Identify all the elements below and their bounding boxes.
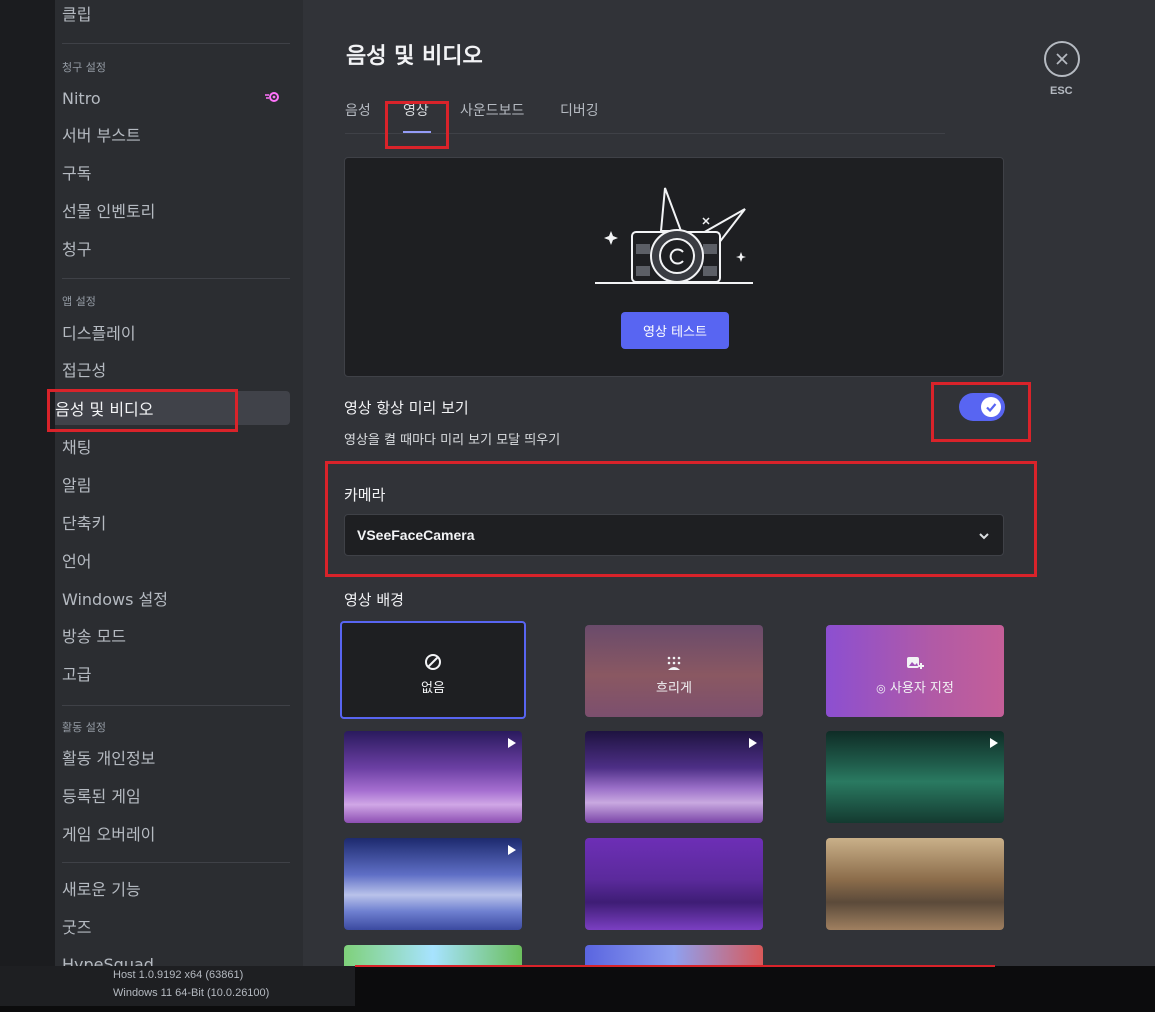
background-preset-thumbnail[interactable] [585,838,763,930]
sidebar-item-label: 선물 인벤토리 [62,202,156,221]
sidebar-item-label: 게임 오버레이 [62,825,156,844]
nitro-icon: ◎ [876,682,886,695]
camera-illustration-icon [595,187,753,284]
background-option-none[interactable]: 없음 [340,621,526,719]
background-preset-thumbnail[interactable] [826,731,1004,823]
custom-option-text: 사용자 지정 [889,681,954,696]
annotation-box-toggle [931,382,1031,442]
sidebar-item-label: 굿즈 [62,918,92,937]
sidebar-item-label: 새로운 기능 [62,880,141,899]
sidebar-heading-billing: 청구 설정 [62,61,106,74]
sidebar-divider [62,705,290,706]
sidebar-item-label: 등록된 게임 [62,787,141,806]
video-test-button[interactable]: 영상 테스트 [621,312,729,349]
sidebar-item-label: 언어 [62,552,92,571]
close-button[interactable] [1044,41,1080,77]
sidebar-divider [62,43,290,44]
close-icon [1056,53,1068,65]
background-option-label: ◎ 사용자 지정 [826,677,1004,696]
tab-soundboard[interactable]: 사운드보드 [460,100,524,120]
video-preview-area: 영상 테스트 [344,157,1004,377]
sidebar-item-registered-games[interactable]: 등록된 게임 [62,778,290,812]
sidebar-item-nitro[interactable]: Nitro [62,81,290,115]
annotation-box-camera [325,461,1037,577]
sidebar-item-label: 고급 [62,665,92,684]
background-option-custom[interactable]: ◎ 사용자 지정 [826,625,1004,717]
sidebar-item-display[interactable]: 디스플레이 [62,315,290,349]
sidebar-item-label: 청구 [62,240,92,259]
video-background-label: 영상 배경 [344,591,404,609]
sidebar-item-label: Windows 설정 [62,590,168,609]
sidebar-item-label: 디스플레이 [62,324,136,343]
sidebar-heading-activity: 활동 설정 [62,721,106,734]
sidebar-item-subscriptions[interactable]: 구독 [62,155,290,189]
bottom-strip [0,1006,1155,1012]
annotation-box-video-tab [385,101,449,149]
add-image-icon [907,657,924,669]
sidebar-item-keybinds[interactable]: 단축키 [62,505,290,539]
nitro-icon [265,92,279,102]
sidebar-item-activity-privacy[interactable]: 활동 개인정보 [62,740,290,774]
sidebar-item-label: Nitro [62,88,101,108]
always-preview-description: 영상을 켤 때마다 미리 보기 모달 띄우기 [344,433,561,448]
close-shortcut-label: ESC [1050,85,1073,97]
sidebar-item-chat[interactable]: 채팅 [62,429,290,463]
play-icon [508,738,516,748]
sidebar-heading-app: 앱 설정 [62,295,96,308]
sidebar-item-label: 접근성 [62,361,107,380]
background-preset-thumbnail[interactable] [585,945,763,966]
none-icon [425,654,441,670]
sidebar-item-label: 단축키 [62,514,107,533]
sidebar-item-language[interactable]: 언어 [62,543,290,577]
page-title: 음성 및 비디오 [346,44,483,69]
host-version: Host 1.0.9192 x64 (63861) [113,969,244,981]
sidebar-item-hypesquad[interactable]: HypeSquad [62,947,290,967]
window-left-edge [0,0,55,966]
settings-sidebar: 클립 청구 설정 Nitro 서버 부스트 구독 선물 인벤토리 청구 앱 설정… [55,0,303,966]
sidebar-divider [62,862,290,863]
background-preset-thumbnail[interactable] [344,838,522,930]
background-preset-thumbnail[interactable] [344,731,522,823]
bottom-bar [355,966,1155,1006]
tab-voice[interactable]: 음성 [345,100,371,120]
sidebar-item-billing[interactable]: 청구 [62,231,290,265]
sidebar-item-advanced[interactable]: 고급 [62,656,290,690]
sidebar-item-whats-new[interactable]: 새로운 기능 [62,871,290,905]
sidebar-item-label: 활동 개인정보 [62,749,156,768]
sidebar-item-label: HypeSquad [62,954,154,967]
sidebar-item-label: 클립 [62,5,92,24]
sidebar-item-label: 서버 부스트 [62,126,141,145]
os-version: Windows 11 64-Bit (10.0.26100) [113,987,270,999]
sidebar-item-label: 구독 [62,164,92,183]
background-preset-thumbnail[interactable] [585,731,763,823]
blur-icon [667,656,681,670]
sidebar-item-gift-inventory[interactable]: 선물 인벤토리 [62,193,290,227]
always-preview-label: 영상 항상 미리 보기 [344,399,469,417]
annotation-box-voice-video [47,389,238,432]
background-option-label: 없음 [421,681,445,696]
sidebar-item-clips[interactable]: 클립 [62,0,290,30]
tab-debug[interactable]: 디버깅 [560,100,599,120]
play-icon [749,738,757,748]
sidebar-item-notifications[interactable]: 알림 [62,467,290,501]
play-icon [508,845,516,855]
background-option-label: 흐리게 [656,681,692,696]
sidebar-item-label: 방송 모드 [62,627,126,646]
background-preset-thumbnail[interactable] [826,838,1004,930]
sidebar-item-windows-settings[interactable]: Windows 설정 [62,581,290,615]
annotation-underline [355,965,995,967]
background-preset-thumbnail[interactable] [344,945,522,966]
sidebar-item-server-boost[interactable]: 서버 부스트 [62,117,290,151]
play-icon [990,738,998,748]
sidebar-item-game-overlay[interactable]: 게임 오버레이 [62,816,290,850]
sidebar-item-merch[interactable]: 굿즈 [62,909,290,943]
sidebar-item-label: 채팅 [62,438,92,457]
sidebar-item-streamer-mode[interactable]: 방송 모드 [62,618,290,652]
background-option-blur[interactable]: 흐리게 [585,625,763,717]
sidebar-item-label: 알림 [62,476,92,495]
sidebar-item-accessibility[interactable]: 접근성 [62,352,290,386]
sidebar-divider [62,278,290,279]
